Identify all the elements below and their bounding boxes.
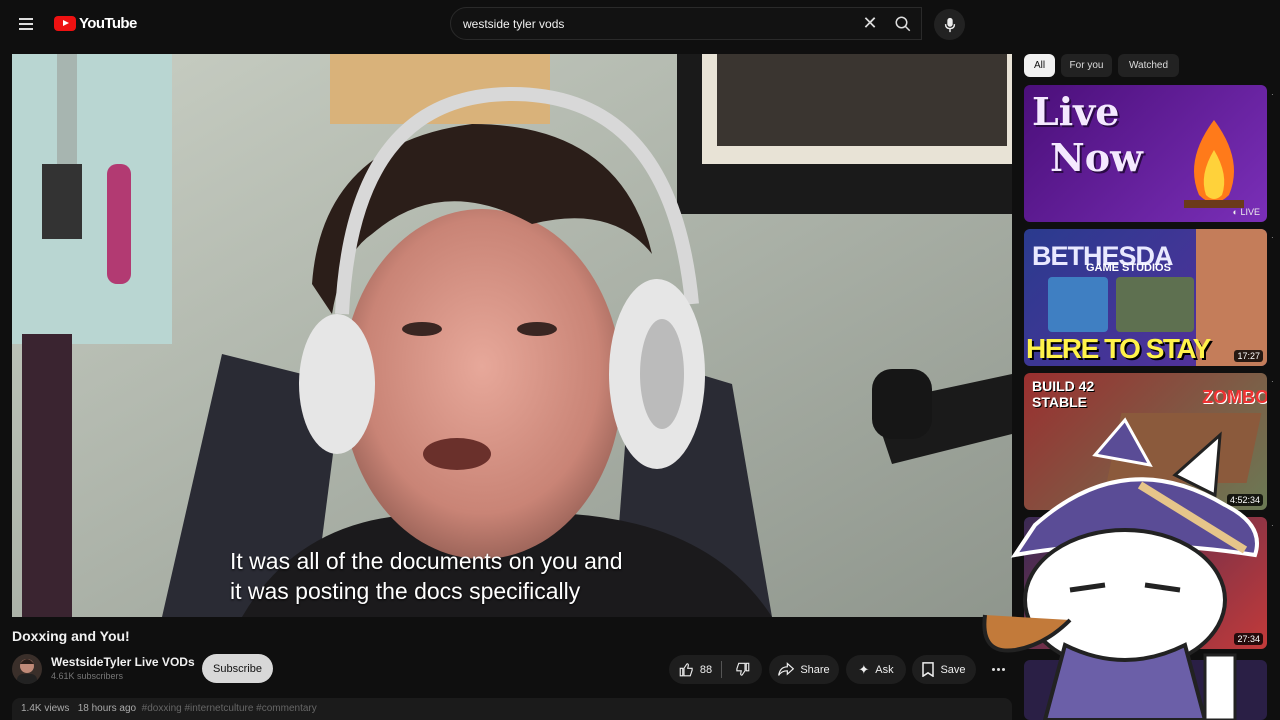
youtube-logo[interactable]: YouTube	[54, 15, 137, 32]
thumbnail-text: HERE TO STAY	[1026, 333, 1211, 364]
like-button[interactable]: 88	[669, 655, 722, 684]
search-input[interactable]	[463, 8, 853, 39]
recommended-thumbnail[interactable]	[1024, 660, 1267, 720]
game-art-image	[1116, 277, 1194, 332]
thumbnail-text: Now	[1050, 135, 1143, 180]
channel-avatar[interactable]	[12, 654, 42, 684]
house-image	[1106, 413, 1262, 483]
clear-icon[interactable]: ✕	[860, 13, 880, 33]
recommended-thumbnail[interactable]: BETHESDA GAME STUDIOS HERE TO STAY 17:27	[1024, 229, 1267, 366]
thumbs-up-icon	[679, 663, 693, 677]
ask-button[interactable]: ✦ Ask	[846, 655, 906, 684]
menu-icon[interactable]	[14, 12, 38, 36]
dislike-button[interactable]	[722, 655, 762, 684]
video-frame	[12, 54, 1012, 617]
cropped-metadata: ·	[1271, 90, 1274, 99]
thumbnail-text: ZOMBOID	[1202, 387, 1267, 407]
live-badge: ◐ LIVE	[1232, 207, 1260, 217]
recommended-thumbnail[interactable]: Live Now ◐ LIVE	[1024, 85, 1267, 222]
duration-badge: 17:27	[1234, 350, 1263, 362]
search-box	[450, 7, 922, 40]
save-label: Save	[940, 663, 966, 676]
youtube-play-icon	[54, 16, 76, 31]
recommended-thumbnail[interactable]: 27:34	[1024, 517, 1267, 649]
search-icon	[895, 16, 911, 31]
duration-badge: 27:34	[1234, 633, 1263, 645]
save-button[interactable]: Save	[912, 655, 976, 684]
upload-age: 18 hours ago	[77, 703, 137, 714]
share-button[interactable]: Share	[769, 655, 839, 684]
thumbnail-text: Live	[1032, 89, 1120, 134]
closed-captions: It was all of the documents on you and i…	[230, 546, 623, 606]
cropped-metadata: ·	[1271, 233, 1274, 242]
share-label: Share	[800, 663, 830, 676]
search-button[interactable]	[884, 7, 922, 40]
more-actions-icon[interactable]	[984, 655, 1012, 684]
chip-watched[interactable]: Watched	[1118, 54, 1179, 77]
chip-for-you[interactable]: For you	[1061, 54, 1112, 77]
share-icon	[778, 662, 795, 676]
cropped-metadata: ·	[1271, 521, 1274, 530]
duration-badge: 4:52:34	[1226, 494, 1263, 506]
description-box[interactable]: 1.4K views 18 hours ago #doxxing #intern…	[12, 698, 1012, 720]
caption-line: it was posting the docs specifically	[230, 578, 581, 604]
video-player[interactable]: It was all of the documents on you and i…	[12, 54, 1012, 617]
sparkle-icon: ✦	[858, 661, 870, 677]
ask-label: Ask	[875, 663, 894, 676]
subscribe-button[interactable]: Subscribe	[202, 654, 273, 683]
recommended-thumbnail[interactable]: BUILD 42 STABLE ZOMBOID 4:52:34	[1024, 373, 1267, 510]
thumbnail-text: GAME STUDIOS	[1086, 262, 1171, 274]
subscriber-count: 4.61K subscribers	[51, 671, 124, 681]
cropped-metadata: ·	[1271, 377, 1274, 386]
top-bar: YouTube ✕	[0, 0, 1280, 48]
chip-all[interactable]: All	[1024, 54, 1055, 77]
channel-name[interactable]: WestsideTyler Live VODs	[51, 655, 195, 669]
bookmark-icon	[922, 662, 935, 677]
thumbnail-text: STABLE	[1032, 394, 1087, 410]
logo-text: YouTube	[79, 15, 137, 32]
campfire-icon	[1184, 120, 1244, 208]
thumbnail-text: BUILD 42	[1032, 378, 1095, 394]
hashtags[interactable]: #doxxing #internetculture #commentary	[142, 703, 317, 714]
thumbs-down-icon	[735, 662, 749, 676]
video-title: Doxxing and You!	[12, 628, 130, 644]
vault-boy-image	[1048, 277, 1108, 332]
mic-icon	[944, 17, 955, 32]
like-count: 88	[699, 663, 713, 676]
view-count: 1.4K views	[21, 703, 70, 714]
caption-line: It was all of the documents on you and	[230, 548, 623, 574]
voice-search-button[interactable]	[934, 9, 965, 40]
